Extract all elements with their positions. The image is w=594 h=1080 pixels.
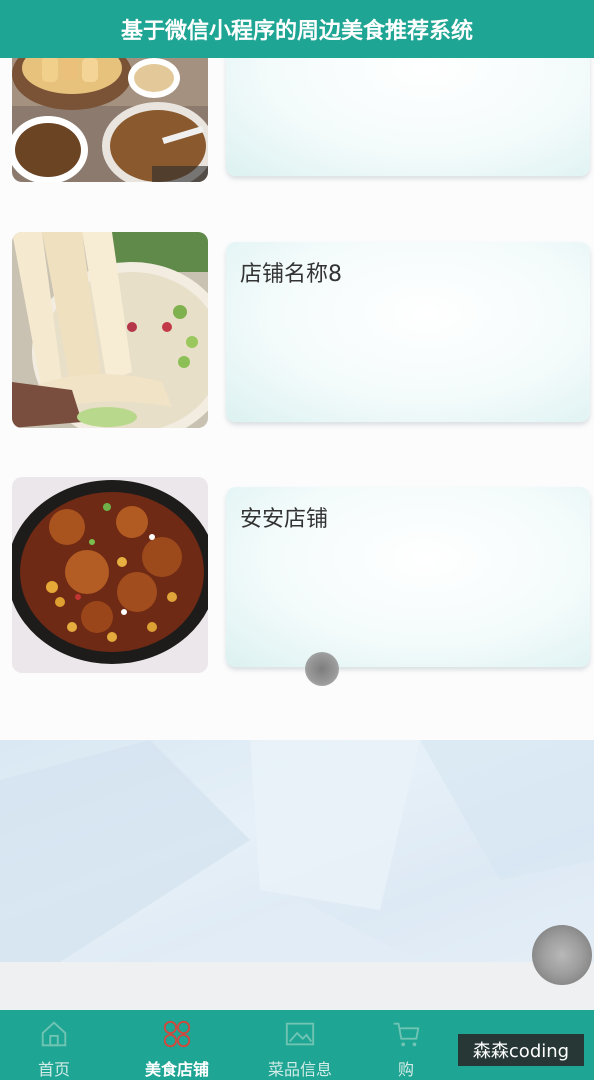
shop-info-panel[interactable]: 店铺名称8 xyxy=(226,242,590,422)
assistive-touch-button[interactable] xyxy=(532,925,592,985)
video-watermark: 森森coding xyxy=(458,1034,584,1066)
braised-pork-with-beans-photo xyxy=(12,477,208,673)
shop-info-panel[interactable]: 安安店铺 xyxy=(226,487,590,667)
tab-label: 美食店铺 xyxy=(144,1060,209,1079)
tab-dishes[interactable]: 菜品信息 xyxy=(240,1010,360,1080)
shop-image[interactable] xyxy=(12,232,208,428)
shop-name: 安安店铺 xyxy=(240,507,329,532)
page-title: 基于微信小程序的周边美食推荐系统 xyxy=(120,19,473,44)
app-header: 基于微信小程序的周边美食推荐系统 xyxy=(0,0,594,58)
shop-name: 店铺名称8 xyxy=(240,262,342,287)
tab-cart[interactable]: 购 xyxy=(346,1010,466,1080)
polygon-background-art xyxy=(0,740,594,962)
four-leaf-shop-icon xyxy=(163,1020,191,1048)
tab-label: 购 xyxy=(397,1060,414,1079)
tab-label: 首页 xyxy=(37,1060,70,1079)
shop-card[interactable]: 店铺名称8 xyxy=(0,232,594,432)
tab-home[interactable]: 首页 xyxy=(0,1010,114,1080)
cart-icon xyxy=(393,1022,420,1047)
shop-list: 店铺名称8 安安店铺 xyxy=(0,0,594,740)
noodles-in-broth-photo xyxy=(12,232,208,428)
touch-indicator xyxy=(305,652,339,686)
tab-food-shops[interactable]: 美食店铺 xyxy=(117,1010,237,1080)
background-decoration xyxy=(0,740,594,962)
content-bottom-strip xyxy=(0,962,594,1010)
home-icon xyxy=(41,1021,67,1047)
picture-icon xyxy=(285,1022,315,1046)
tab-label: 菜品信息 xyxy=(267,1060,332,1079)
shop-image[interactable] xyxy=(12,477,208,673)
shop-card[interactable]: 安安店铺 xyxy=(0,477,594,677)
